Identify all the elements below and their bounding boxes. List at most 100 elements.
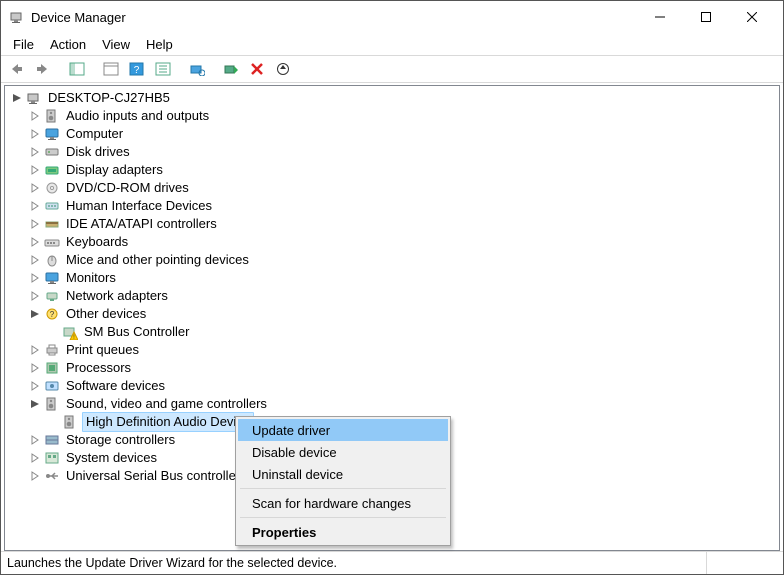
speaker-icon xyxy=(44,396,60,412)
close-button[interactable] xyxy=(729,2,775,32)
expander-icon[interactable] xyxy=(28,307,42,321)
keyboard-icon xyxy=(44,234,60,250)
expander-icon[interactable] xyxy=(28,127,42,141)
expander-icon[interactable] xyxy=(28,397,42,411)
monitor-icon xyxy=(44,126,60,142)
root-label: DESKTOP-CJ27HB5 xyxy=(46,89,172,107)
menu-separator xyxy=(240,488,446,489)
other-devices-icon xyxy=(44,306,60,322)
category-label: Computer xyxy=(64,125,125,143)
cdrom-icon xyxy=(44,180,60,196)
expander-icon[interactable] xyxy=(10,91,24,105)
maximize-button[interactable] xyxy=(683,2,729,32)
mouse-icon xyxy=(44,252,60,268)
app-icon xyxy=(9,9,25,25)
category-label: Other devices xyxy=(64,305,148,323)
help-button[interactable]: ? xyxy=(125,58,149,80)
category-label: Sound, video and game controllers xyxy=(64,395,269,413)
category-label: Human Interface Devices xyxy=(64,197,214,215)
printer-icon xyxy=(44,342,60,358)
speaker-icon xyxy=(62,414,78,430)
category-label: Universal Serial Bus controllers xyxy=(64,467,249,485)
expander-icon[interactable] xyxy=(28,145,42,159)
expander-icon[interactable] xyxy=(28,181,42,195)
category-label: DVD/CD-ROM drives xyxy=(64,179,191,197)
expander-icon[interactable] xyxy=(28,469,42,483)
expander-icon[interactable] xyxy=(28,379,42,393)
context-update-driver[interactable]: Update driver xyxy=(238,419,448,441)
expander-icon[interactable] xyxy=(28,253,42,267)
category-row[interactable]: Display adapters xyxy=(8,161,779,179)
context-menu: Update driver Disable device Uninstall d… xyxy=(235,416,451,546)
storage-icon xyxy=(44,432,60,448)
category-row[interactable]: Computer xyxy=(8,125,779,143)
disk-icon xyxy=(44,144,60,160)
expander-icon[interactable] xyxy=(28,109,42,123)
category-label: Storage controllers xyxy=(64,431,177,449)
enable-button[interactable] xyxy=(219,58,243,80)
menu-help[interactable]: Help xyxy=(138,35,181,54)
expander-icon[interactable] xyxy=(28,433,42,447)
category-label: IDE ATA/ATAPI controllers xyxy=(64,215,219,233)
category-row[interactable]: Monitors xyxy=(8,269,779,287)
expander-icon[interactable] xyxy=(28,271,42,285)
category-label: Software devices xyxy=(64,377,167,395)
category-row[interactable]: Print queues xyxy=(8,341,779,359)
display-icon xyxy=(44,162,60,178)
category-other-devices[interactable]: Other devices xyxy=(8,305,779,323)
category-label: Disk drives xyxy=(64,143,132,161)
category-row[interactable]: Disk drives xyxy=(8,143,779,161)
category-label: Mice and other pointing devices xyxy=(64,251,251,269)
uninstall-button[interactable] xyxy=(245,58,269,80)
category-row[interactable]: DVD/CD-ROM drives xyxy=(8,179,779,197)
context-scan-hardware[interactable]: Scan for hardware changes xyxy=(238,492,448,514)
back-button[interactable] xyxy=(5,58,29,80)
monitor-icon xyxy=(44,270,60,286)
menu-action[interactable]: Action xyxy=(42,35,94,54)
system-icon xyxy=(44,450,60,466)
network-icon xyxy=(44,288,60,304)
category-row[interactable]: Audio inputs and outputs xyxy=(8,107,779,125)
expander-icon[interactable] xyxy=(28,289,42,303)
computer-icon xyxy=(26,90,42,106)
category-label: Network adapters xyxy=(64,287,170,305)
category-row[interactable]: Human Interface Devices xyxy=(8,197,779,215)
category-row[interactable]: Network adapters xyxy=(8,287,779,305)
expander-icon[interactable] xyxy=(28,217,42,231)
category-row[interactable]: IDE ATA/ATAPI controllers xyxy=(8,215,779,233)
scan-hardware-button[interactable] xyxy=(185,58,209,80)
menu-view[interactable]: View xyxy=(94,35,138,54)
minimize-button[interactable] xyxy=(637,2,683,32)
menu-file[interactable]: File xyxy=(5,35,42,54)
device-sm-bus-controller[interactable]: SM Bus Controller xyxy=(8,323,779,341)
device-label: SM Bus Controller xyxy=(82,323,191,341)
expander-icon[interactable] xyxy=(28,343,42,357)
category-row[interactable]: Processors xyxy=(8,359,779,377)
category-row[interactable]: Mice and other pointing devices xyxy=(8,251,779,269)
category-label: Keyboards xyxy=(64,233,130,251)
expander-icon[interactable] xyxy=(28,163,42,177)
window-title: Device Manager xyxy=(31,10,637,25)
properties-button[interactable] xyxy=(99,58,123,80)
category-row[interactable]: Keyboards xyxy=(8,233,779,251)
category-row[interactable]: Software devices xyxy=(8,377,779,395)
statusbar: Launches the Update Driver Wizard for th… xyxy=(1,551,783,574)
category-label: Audio inputs and outputs xyxy=(64,107,211,125)
expander-icon[interactable] xyxy=(28,361,42,375)
context-properties[interactable]: Properties xyxy=(238,521,448,543)
forward-button[interactable] xyxy=(31,58,55,80)
device-label: High Definition Audio Device xyxy=(82,412,254,432)
context-disable-device[interactable]: Disable device xyxy=(238,441,448,463)
toolbar: ? xyxy=(1,55,783,83)
speaker-icon xyxy=(44,108,60,124)
menu-separator xyxy=(240,517,446,518)
expander-icon[interactable] xyxy=(28,451,42,465)
action-button[interactable] xyxy=(151,58,175,80)
expander-icon[interactable] xyxy=(28,199,42,213)
show-hide-tree-button[interactable] xyxy=(65,58,89,80)
category-sound-video-game[interactable]: Sound, video and game controllers xyxy=(8,395,779,413)
update-driver-button[interactable] xyxy=(271,58,295,80)
tree-root[interactable]: DESKTOP-CJ27HB5 xyxy=(8,89,779,107)
expander-icon[interactable] xyxy=(28,235,42,249)
context-uninstall-device[interactable]: Uninstall device xyxy=(238,463,448,485)
